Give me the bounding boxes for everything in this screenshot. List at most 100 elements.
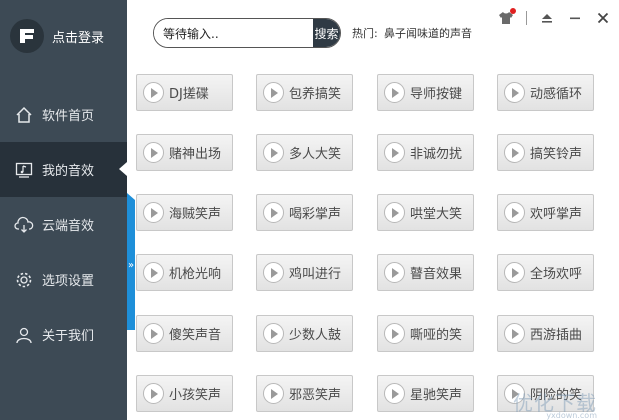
sound-effect-button[interactable]: 西游插曲	[497, 315, 594, 352]
play-icon[interactable]	[504, 82, 525, 103]
sound-effect-label: 喝彩掌声	[289, 207, 342, 222]
sound-effect-button[interactable]: 邪恶笑声	[256, 375, 353, 412]
menu-icon[interactable]	[539, 10, 555, 26]
sound-effect-button[interactable]: 全场欢呼	[497, 254, 594, 291]
sound-effect-label: 瞽音效果	[410, 267, 463, 282]
sound-effect-label: 搞笑铃声	[530, 147, 583, 162]
sound-effect-label: 欢呼掌声	[530, 207, 583, 222]
gear-icon	[14, 270, 34, 290]
sidebar-nav: 软件首页 我的音效 云端音效 选项设置 关于我们	[0, 87, 127, 362]
play-icon[interactable]	[384, 202, 405, 223]
sound-effect-button[interactable]: 动感循环	[497, 74, 594, 111]
sound-effect-button[interactable]: 搞笑铃声	[497, 134, 594, 171]
sound-effect-button[interactable]: 鸡叫进行	[256, 254, 353, 291]
app-logo	[10, 19, 44, 53]
search-button[interactable]: 搜索	[313, 19, 340, 47]
sound-effect-button[interactable]: 瞽音效果	[377, 254, 474, 291]
sound-effects-grid: DJ搓碟 包养搞笑 导师按键 动感循环赌神出场 多人大笑 非诚勿扰 搞笑铃声海贼笑声 喝彩掌声…	[127, 64, 619, 420]
notification-dot	[510, 8, 516, 14]
sound-effect-button[interactable]: 包养搞笑	[256, 74, 353, 111]
login-area[interactable]: 点击登录	[0, 0, 127, 72]
user-icon	[14, 325, 34, 345]
play-icon[interactable]	[263, 142, 284, 163]
login-label[interactable]: 点击登录	[52, 27, 104, 46]
sound-effect-label: 邪恶笑声	[289, 388, 342, 403]
sound-effect-label: 海贼笑声	[169, 207, 222, 222]
close-icon[interactable]	[595, 10, 611, 26]
hot-label: 热门:	[352, 27, 378, 40]
sound-effect-label: DJ搓碟	[169, 87, 209, 102]
sound-effect-label: 星驰笑声	[410, 388, 463, 403]
sound-effect-button[interactable]: 赌神出场	[136, 134, 233, 171]
play-icon[interactable]	[143, 383, 164, 404]
cloud-icon	[14, 215, 34, 235]
sound-effect-label: 傻笑声音	[169, 328, 222, 343]
sidebar-item-home[interactable]: 软件首页	[0, 87, 127, 142]
sound-effect-label: 小孩笑声	[169, 388, 222, 403]
play-icon[interactable]	[263, 383, 284, 404]
play-icon[interactable]	[263, 262, 284, 283]
header: 搜索 热门: 鼻子闻味道的声音	[127, 0, 619, 64]
play-icon[interactable]	[263, 202, 284, 223]
window-controls	[498, 8, 611, 26]
watermark-sub: yxdown.com	[546, 411, 597, 420]
play-icon[interactable]	[143, 82, 164, 103]
sound-effect-button[interactable]: 导师按键	[377, 74, 474, 111]
sidebar-item-my-effects[interactable]: 我的音效	[0, 142, 127, 197]
sound-effect-label: 少数人鼓	[289, 328, 342, 343]
sound-effect-label: 西游插曲	[530, 328, 583, 343]
play-icon[interactable]	[504, 202, 525, 223]
sound-effect-label: 赌神出场	[169, 147, 222, 162]
play-icon[interactable]	[384, 323, 405, 344]
sidebar-item-about[interactable]: 关于我们	[0, 307, 127, 362]
sidebar-item-label: 云端音效	[42, 219, 95, 234]
sidebar-item-settings[interactable]: 选项设置	[0, 252, 127, 307]
play-icon[interactable]	[143, 142, 164, 163]
sound-effect-button[interactable]: DJ搓碟	[136, 74, 233, 111]
sound-effect-button[interactable]: 机枪光响	[136, 254, 233, 291]
sound-effect-button[interactable]: 少数人鼓	[256, 315, 353, 352]
sound-effect-button[interactable]: 喝彩掌声	[256, 194, 353, 231]
play-icon[interactable]	[504, 142, 525, 163]
sound-effect-label: 导师按键	[410, 87, 463, 102]
sound-effect-label: 动感循环	[530, 87, 583, 102]
play-icon[interactable]	[384, 383, 405, 404]
play-icon[interactable]	[384, 82, 405, 103]
play-icon[interactable]	[143, 202, 164, 223]
divider	[526, 11, 527, 25]
play-icon[interactable]	[384, 142, 405, 163]
sidebar-item-label: 关于我们	[42, 329, 95, 344]
sound-effect-button[interactable]: 嘶哑的笑	[377, 315, 474, 352]
search-box: 搜索	[153, 18, 341, 48]
play-icon[interactable]	[504, 323, 525, 344]
play-icon[interactable]	[504, 262, 525, 283]
search-input[interactable]	[154, 19, 313, 47]
play-icon[interactable]	[263, 82, 284, 103]
sound-effect-label: 鸡叫进行	[289, 267, 342, 282]
hot-search-link[interactable]: 鼻子闻味道的声音	[384, 25, 472, 41]
play-icon[interactable]	[263, 323, 284, 344]
play-icon[interactable]	[143, 323, 164, 344]
play-icon[interactable]	[384, 262, 405, 283]
sound-effect-button[interactable]: 哄堂大笑	[377, 194, 474, 231]
sound-effect-label: 嘶哑的笑	[410, 328, 463, 343]
sound-effect-label: 全场欢呼	[530, 267, 583, 282]
sound-effect-button[interactable]: 海贼笑声	[136, 194, 233, 231]
sound-effect-label: 哄堂大笑	[410, 207, 463, 222]
sound-effect-button[interactable]: 欢呼掌声	[497, 194, 594, 231]
sound-effect-button[interactable]: 多人大笑	[256, 134, 353, 171]
sidebar: 点击登录 软件首页 我的音效 云端音效 选项设置 关于我们	[0, 0, 127, 420]
skin-icon[interactable]	[498, 8, 516, 26]
sound-effect-button[interactable]: 非诚勿扰	[377, 134, 474, 171]
sidebar-item-cloud-effects[interactable]: 云端音效	[0, 197, 127, 252]
sound-effect-button[interactable]: 小孩笑声	[136, 375, 233, 412]
play-icon[interactable]	[143, 262, 164, 283]
sound-effect-label: 机枪光响	[169, 267, 222, 282]
sound-effect-button[interactable]: 傻笑声音	[136, 315, 233, 352]
minimize-icon[interactable]	[567, 10, 583, 26]
music-icon	[14, 160, 34, 180]
sidebar-item-label: 我的音效	[42, 164, 95, 179]
sound-effect-label: 非诚勿扰	[410, 147, 463, 162]
sound-effect-button[interactable]: 星驰笑声	[377, 375, 474, 412]
sound-effect-label: 多人大笑	[289, 147, 342, 162]
